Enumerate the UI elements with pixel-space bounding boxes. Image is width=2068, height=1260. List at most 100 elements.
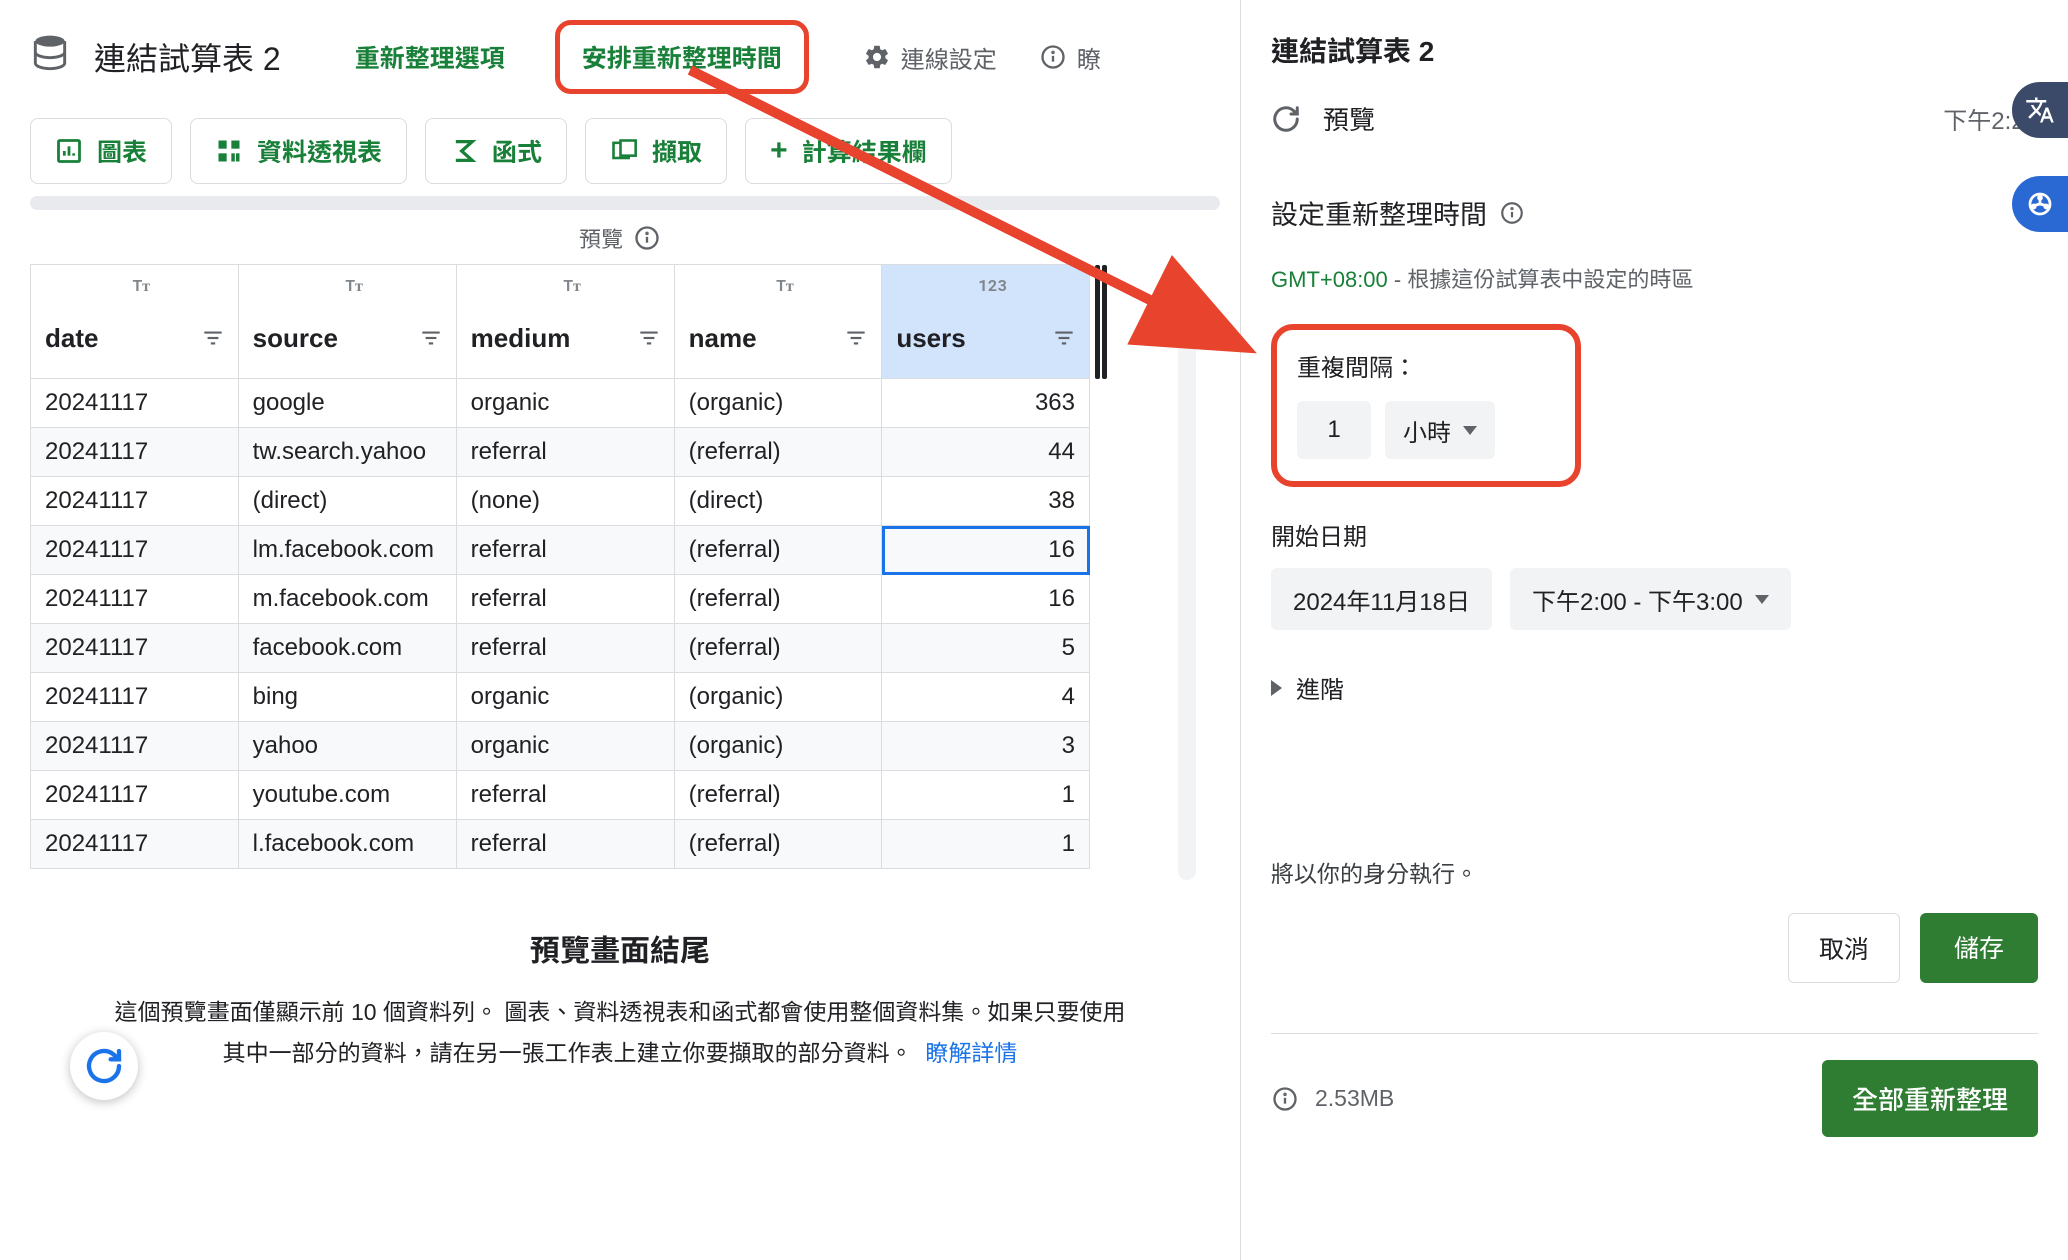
preview-table: Tᴛ date Tᴛ source [30, 264, 1090, 869]
cell-date[interactable]: 20241117 [31, 820, 239, 869]
cell-medium[interactable]: referral [456, 624, 674, 673]
table-row[interactable]: 20241117m.facebook.comreferral(referral)… [31, 575, 1090, 624]
preview-label: 預覽 [579, 222, 623, 254]
cell-users[interactable]: 5 [882, 624, 1090, 673]
info-icon[interactable] [633, 224, 661, 252]
cell-medium[interactable]: referral [456, 526, 674, 575]
filter-icon[interactable] [200, 325, 226, 351]
info-icon[interactable] [1271, 1085, 1299, 1113]
table-row[interactable]: 20241117(direct)(none)(direct)38 [31, 477, 1090, 526]
cell-users[interactable]: 16 [882, 526, 1090, 575]
cell-users[interactable]: 44 [882, 428, 1090, 477]
cell-users[interactable]: 16 [882, 575, 1090, 624]
cell-medium[interactable]: organic [456, 722, 674, 771]
filter-icon[interactable] [636, 325, 662, 351]
cell-source[interactable]: bing [238, 673, 456, 722]
tab-calc-column[interactable]: + 計算結果欄 [745, 118, 952, 184]
cell-medium[interactable]: referral [456, 771, 674, 820]
refresh-preview-button[interactable]: 預覽 [1271, 100, 1375, 137]
cell-medium[interactable]: organic [456, 673, 674, 722]
learn-more-button[interactable]: 瞭 [1039, 40, 1101, 75]
table-row[interactable]: 20241117youtube.comreferral(referral)1 [31, 771, 1090, 820]
advanced-toggle[interactable]: 進階 [1271, 670, 2038, 705]
cell-date[interactable]: 20241117 [31, 428, 239, 477]
col-header-source[interactable]: Tᴛ source [238, 265, 456, 379]
cell-users[interactable]: 1 [882, 771, 1090, 820]
interval-unit-select[interactable]: 小時 [1385, 401, 1495, 459]
cell-date[interactable]: 20241117 [31, 575, 239, 624]
refresh-all-button[interactable]: 全部重新整理 [1822, 1060, 2038, 1137]
cell-name[interactable]: (referral) [674, 624, 882, 673]
cell-name[interactable]: (referral) [674, 820, 882, 869]
tab-function[interactable]: 函式 [425, 118, 567, 184]
save-button[interactable]: 儲存 [1920, 913, 2038, 983]
cell-source[interactable]: google [238, 379, 456, 428]
cell-source[interactable]: facebook.com [238, 624, 456, 673]
cell-users[interactable]: 38 [882, 477, 1090, 526]
cell-source[interactable]: tw.search.yahoo [238, 428, 456, 477]
cell-medium[interactable]: referral [456, 428, 674, 477]
cell-source[interactable]: youtube.com [238, 771, 456, 820]
cell-users[interactable]: 3 [882, 722, 1090, 771]
table-row[interactable]: 20241117bingorganic(organic)4 [31, 673, 1090, 722]
cell-name[interactable]: (organic) [674, 673, 882, 722]
cell-medium[interactable]: referral [456, 820, 674, 869]
column-resize-handle[interactable] [1095, 265, 1107, 379]
cell-name[interactable]: (referral) [674, 575, 882, 624]
table-row[interactable]: 20241117yahooorganic(organic)3 [31, 722, 1090, 771]
cell-source[interactable]: yahoo [238, 722, 456, 771]
learn-more-link[interactable]: 瞭解詳情 [925, 1040, 1017, 1066]
horizontal-scrollbar[interactable] [30, 196, 1220, 210]
cell-medium[interactable]: referral [456, 575, 674, 624]
cell-source[interactable]: (direct) [238, 477, 456, 526]
cell-source[interactable]: lm.facebook.com [238, 526, 456, 575]
cell-date[interactable]: 20241117 [31, 624, 239, 673]
cell-source[interactable]: l.facebook.com [238, 820, 456, 869]
cell-name[interactable]: (direct) [674, 477, 882, 526]
cell-medium[interactable]: (none) [456, 477, 674, 526]
translate-chip[interactable] [2012, 82, 2068, 138]
tab-chart[interactable]: 圖表 [30, 118, 172, 184]
table-row[interactable]: 20241117tw.search.yahooreferral(referral… [31, 428, 1090, 477]
connection-settings-button[interactable]: 連線設定 [863, 40, 997, 75]
refresh-fab[interactable] [70, 1032, 138, 1100]
cell-date[interactable]: 20241117 [31, 477, 239, 526]
cell-users[interactable]: 4 [882, 673, 1090, 722]
filter-icon[interactable] [843, 325, 869, 351]
cell-name[interactable]: (referral) [674, 526, 882, 575]
cell-medium[interactable]: organic [456, 379, 674, 428]
vertical-scrollbar[interactable] [1178, 280, 1196, 880]
cell-date[interactable]: 20241117 [31, 673, 239, 722]
col-header-name[interactable]: Tᴛ name [674, 265, 882, 379]
cancel-button[interactable]: 取消 [1788, 913, 1900, 983]
cell-date[interactable]: 20241117 [31, 722, 239, 771]
schedule-refresh-button[interactable]: 安排重新整理時間 [555, 20, 809, 94]
cell-date[interactable]: 20241117 [31, 379, 239, 428]
table-row[interactable]: 20241117facebook.comreferral(referral)5 [31, 624, 1090, 673]
tab-pivot[interactable]: 資料透視表 [190, 118, 407, 184]
start-time-range-select[interactable]: 下午2:00 - 下午3:00 [1510, 568, 1791, 630]
assistant-chip[interactable] [2012, 176, 2068, 232]
col-header-medium[interactable]: Tᴛ medium [456, 265, 674, 379]
cell-name[interactable]: (referral) [674, 771, 882, 820]
info-icon[interactable] [1499, 200, 1525, 226]
cell-users[interactable]: 363 [882, 379, 1090, 428]
cell-date[interactable]: 20241117 [31, 526, 239, 575]
start-date-picker[interactable]: 2024年11月18日 [1271, 568, 1492, 630]
table-row[interactable]: 20241117l.facebook.comreferral(referral)… [31, 820, 1090, 869]
interval-value-input[interactable]: 1 [1297, 401, 1371, 459]
col-header-date[interactable]: Tᴛ date [31, 265, 239, 379]
cell-source[interactable]: m.facebook.com [238, 575, 456, 624]
col-header-users[interactable]: 123 users [882, 265, 1090, 379]
filter-icon[interactable] [418, 325, 444, 351]
cell-name[interactable]: (organic) [674, 722, 882, 771]
table-row[interactable]: 20241117googleorganic(organic)363 [31, 379, 1090, 428]
cell-users[interactable]: 1 [882, 820, 1090, 869]
filter-icon[interactable] [1051, 325, 1077, 351]
tab-extract[interactable]: 擷取 [585, 118, 727, 184]
table-row[interactable]: 20241117lm.facebook.comreferral(referral… [31, 526, 1090, 575]
cell-name[interactable]: (organic) [674, 379, 882, 428]
refresh-options-button[interactable]: 重新整理選項 [355, 39, 505, 75]
cell-name[interactable]: (referral) [674, 428, 882, 477]
cell-date[interactable]: 20241117 [31, 771, 239, 820]
